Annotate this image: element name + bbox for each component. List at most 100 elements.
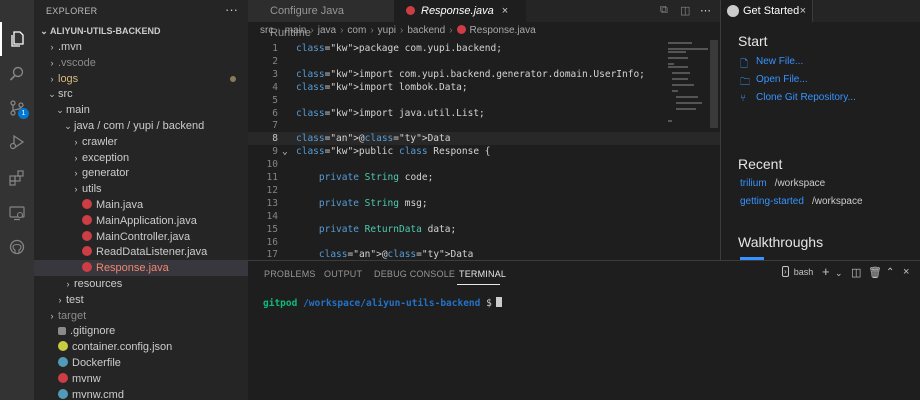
breadcrumb-item[interactable]: java: [318, 25, 336, 36]
tree-folder[interactable]: › generator: [34, 165, 248, 181]
more-actions-icon[interactable]: ···: [225, 2, 238, 17]
tree-folder[interactable]: › utils: [34, 181, 248, 197]
tab-label: Response.java: [421, 5, 494, 17]
minimap[interactable]: [668, 40, 716, 130]
editor-scrollbar[interactable]: [710, 40, 718, 128]
tab-output[interactable]: OUTPUT: [324, 269, 362, 279]
tree-folder[interactable]: › test: [34, 292, 248, 308]
chevron-down-icon[interactable]: ⌄: [835, 268, 843, 279]
code-line[interactable]: 6 class="kw">import java.util.List;: [248, 107, 720, 120]
tab-problems[interactable]: PROBLEMS: [264, 269, 316, 279]
tree-folder[interactable]: ⌄ java / com / yupi / backend: [34, 118, 248, 134]
split-editor-icon[interactable]: ◫: [680, 4, 690, 17]
chevron-right-icon: ›: [74, 168, 78, 179]
breadcrumb-item[interactable]: src: [260, 25, 273, 36]
close-icon[interactable]: ×: [800, 0, 806, 22]
tree-file[interactable]: Dockerfile: [34, 355, 248, 371]
terminal-prompt-line[interactable]: gitpod /workspace/aliyun-utils-backend $: [263, 297, 502, 309]
editor-tabs-bar: Configure Java Runtime Response.java × ⧉ …: [248, 0, 720, 39]
code-line[interactable]: 8 class="an">@class="ty">Data: [248, 132, 720, 146]
workspace-root-folder[interactable]: ⌄ ALIYUN-UTILS-BACKEND: [34, 23, 248, 39]
trash-icon[interactable]: 🗑: [868, 266, 882, 279]
code-line[interactable]: 16: [248, 236, 720, 249]
code-text: private String msg;: [318, 197, 428, 209]
chevron-right-icon: ›: [50, 73, 54, 84]
code-line[interactable]: 13 private String msg;: [248, 197, 720, 210]
code-line[interactable]: 1 class="kw">package com.yupi.backend;: [248, 42, 720, 55]
breadcrumb-item[interactable]: com: [347, 25, 366, 36]
code-line[interactable]: 3 class="kw">import com.yupi.backend.gene…: [248, 68, 720, 81]
line-number: 5: [272, 94, 278, 106]
tree-file[interactable]: .gitignore: [34, 323, 248, 339]
tree-item-label: mvnw.cmd: [72, 388, 124, 400]
terminal-shell-selector[interactable]: › bash: [782, 266, 813, 278]
remote-explorer-icon[interactable]: [0, 196, 34, 230]
breadcrumb-item[interactable]: backend: [407, 25, 445, 36]
tree-folder[interactable]: › .mvn: [34, 39, 248, 55]
tree-folder[interactable]: › logs: [34, 71, 248, 87]
close-icon[interactable]: ×: [903, 266, 909, 278]
tree-folder[interactable]: ⌄ src: [34, 86, 248, 102]
breadcrumb-item[interactable]: yupi: [378, 25, 396, 36]
close-icon[interactable]: ×: [502, 5, 508, 17]
tab-terminal[interactable]: TERMINAL: [459, 269, 506, 279]
code-line[interactable]: 5: [248, 94, 720, 107]
tree-folder[interactable]: › target: [34, 308, 248, 324]
compare-icon[interactable]: ⧉: [660, 4, 668, 17]
recent-item-path: /workspace: [774, 178, 826, 189]
code-line[interactable]: 2: [248, 55, 720, 68]
code-line[interactable]: 4 class="kw">import lombok.Data;: [248, 81, 720, 94]
tree-item-label: Dockerfile: [72, 357, 121, 369]
run-debug-icon[interactable]: [0, 125, 34, 159]
code-editor[interactable]: 1 class="kw">package com.yupi.backend; 2 3 c…: [248, 40, 720, 260]
code-line[interactable]: 12: [248, 184, 720, 197]
tree-file[interactable]: MainController.java: [34, 229, 248, 245]
tree-folder[interactable]: › crawler: [34, 134, 248, 150]
code-line[interactable]: 10: [248, 158, 720, 171]
tree-file[interactable]: ReadDataListener.java: [34, 244, 248, 260]
tab-debug-console[interactable]: DEBUG CONSOLE: [374, 269, 455, 279]
terminal-prompt: $: [486, 298, 492, 309]
chevron-down-icon: ⌄: [64, 121, 72, 131]
code-line[interactable]: 9 ⌄ class="kw">public class Response {: [248, 145, 720, 158]
tree-file[interactable]: mvnw: [34, 371, 248, 387]
recent-item[interactable]: getting-started/workspace: [740, 196, 863, 207]
chevron-up-icon[interactable]: ⌃: [886, 267, 894, 278]
new-terminal-icon[interactable]: +: [822, 264, 830, 279]
search-icon[interactable]: [0, 57, 34, 91]
tab-configure-java-runtime[interactable]: Configure Java Runtime: [248, 0, 394, 39]
recent-item[interactable]: trilium/workspace: [740, 178, 825, 189]
recent-item-name[interactable]: trilium: [740, 178, 767, 189]
code-line[interactable]: 11 private String code;: [248, 171, 720, 184]
tree-file[interactable]: container.config.json: [34, 339, 248, 355]
tree-folder[interactable]: › resources: [34, 276, 248, 292]
tab-get-started[interactable]: Get Started ×: [721, 0, 813, 22]
source-control-icon[interactable]: 1: [0, 91, 34, 125]
tree-folder[interactable]: ⌄ main: [34, 102, 248, 118]
explorer-icon[interactable]: [0, 22, 34, 56]
split-terminal-icon[interactable]: ◫: [851, 266, 861, 279]
extensions-icon[interactable]: [0, 161, 34, 195]
fold-chevron-icon[interactable]: ⌄: [282, 145, 288, 158]
tree-item-label: crawler: [82, 135, 118, 148]
chevron-right-icon: ›: [50, 57, 54, 68]
breadcrumb-item[interactable]: main: [285, 25, 307, 36]
code-line[interactable]: 7: [248, 119, 720, 132]
tab-response-java[interactable]: Response.java ×: [394, 0, 526, 22]
code-text: class="kw">public class Response {: [296, 146, 491, 158]
tree-file[interactable]: mvnw.cmd: [34, 387, 248, 400]
code-line[interactable]: 14: [248, 210, 720, 223]
tree-file[interactable]: Response.java: [34, 260, 248, 277]
tree-folder[interactable]: › exception: [34, 150, 248, 166]
code-line[interactable]: 15 private ReturnData data;: [248, 223, 720, 236]
more-actions-icon[interactable]: ⋯: [700, 4, 711, 17]
tree-folder[interactable]: › .vscode: [34, 55, 248, 71]
breadcrumb-item[interactable]: Response.java: [470, 25, 536, 36]
tree-file[interactable]: MainApplication.java: [34, 213, 248, 229]
code-line[interactable]: 17 class="an">@class="ty">Data: [248, 248, 720, 260]
tree-item-label: MainApplication.java: [96, 214, 197, 227]
github-icon[interactable]: [0, 230, 34, 264]
tree-file[interactable]: Main.java: [34, 197, 248, 213]
code-text: class="kw">import lombok.Data;: [296, 81, 468, 93]
recent-item-name[interactable]: getting-started: [740, 196, 804, 207]
